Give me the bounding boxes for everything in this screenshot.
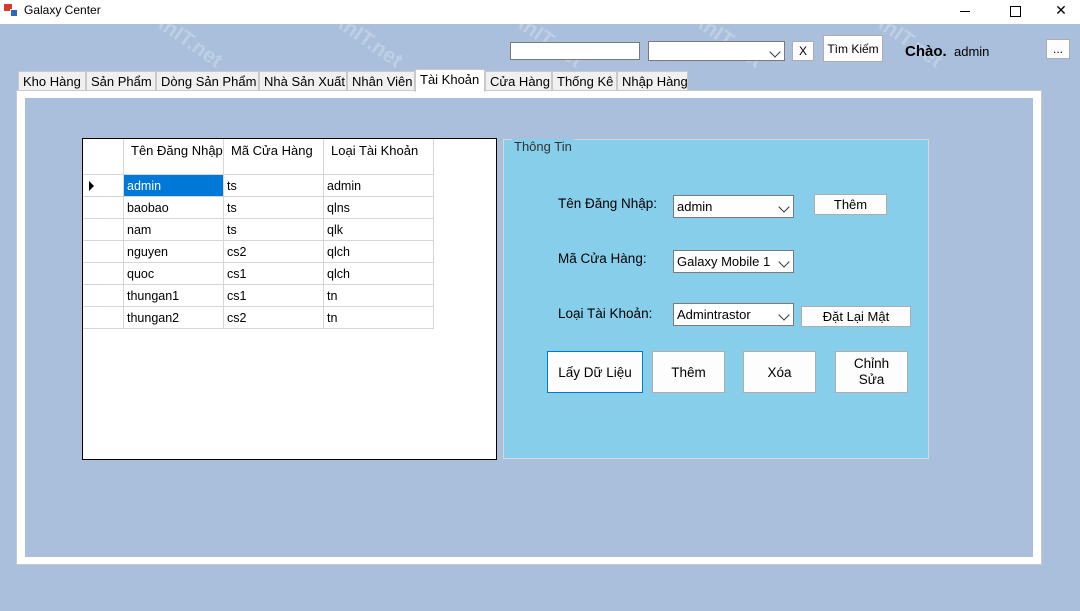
edit-account-button[interactable]: Chỉnh Sửa (835, 351, 908, 393)
column-header-account-type[interactable]: Loại Tài Khoản (324, 139, 434, 175)
tab-page-tai-khoan: Tên Đăng Nhập Mã Cửa Hàng Loại Tài Khoản… (16, 90, 1042, 565)
close-button[interactable]: ✕ (1038, 0, 1080, 22)
minimize-icon (960, 10, 970, 12)
window-title: Galaxy Center (24, 3, 101, 17)
add-account-button[interactable]: Thêm (652, 351, 725, 393)
maximize-icon (1009, 5, 1021, 17)
username-cell[interactable]: thungan1 (124, 285, 224, 307)
current-user: admin (954, 44, 990, 59)
info-groupbox-title: Thông Tin (512, 139, 574, 154)
account-type-cell[interactable]: qlch (324, 241, 434, 263)
account-type-cell[interactable]: qlk (324, 219, 434, 241)
tab-san-pham[interactable]: Sản Phẩm (86, 71, 156, 91)
account-type-label: Loại Tài Khoản: (558, 306, 653, 321)
chevron-down-icon (778, 201, 790, 213)
username-cell[interactable]: admin (124, 175, 224, 197)
account-type-value: Admintrastor (677, 307, 751, 322)
username-value: admin (677, 199, 713, 214)
row-header[interactable] (83, 263, 124, 285)
current-row-arrow-icon (89, 181, 94, 191)
search-button[interactable]: Tìm Kiếm (823, 35, 883, 62)
grid-corner (83, 139, 124, 175)
account-type-cell[interactable]: qlch (324, 263, 434, 285)
column-header-username[interactable]: Tên Đăng Nhập (124, 139, 224, 175)
store-code-cell[interactable]: ts (224, 175, 324, 197)
tab-tai-khoan[interactable]: Tài Khoản (415, 69, 485, 92)
account-type-cell[interactable]: admin (324, 175, 434, 197)
more-options-button[interactable]: ... (1046, 39, 1070, 59)
store-code-cell[interactable]: cs1 (224, 263, 324, 285)
username-cell[interactable]: baobao (124, 197, 224, 219)
store-code-cell[interactable]: cs1 (224, 285, 324, 307)
close-icon: ✕ (1055, 2, 1067, 18)
account-type-cell[interactable]: tn (324, 285, 434, 307)
greeting-label: Chào. (905, 43, 947, 60)
minimize-button[interactable] (942, 0, 988, 22)
table-row[interactable]: nguyen cs2 qlch (83, 241, 434, 263)
tab-nhan-vien[interactable]: Nhân Viên (347, 71, 415, 91)
username-cell[interactable]: quoc (124, 263, 224, 285)
delete-account-button[interactable]: Xóa (743, 351, 816, 393)
table-row[interactable]: thungan2 cs2 tn (83, 307, 434, 329)
clear-search-button[interactable]: X (792, 41, 814, 61)
table-row[interactable]: nam ts qlk (83, 219, 434, 241)
add-username-button[interactable]: Thêm (814, 194, 887, 215)
username-label: Tên Đăng Nhập: (558, 196, 658, 211)
title-bar: Galaxy Center ✕ (0, 0, 1080, 24)
search-input[interactable] (510, 42, 640, 60)
tab-kho-hang[interactable]: Kho Hàng (18, 71, 86, 91)
row-header[interactable] (83, 175, 124, 197)
account-type-cell[interactable]: tn (324, 307, 434, 329)
row-header[interactable] (83, 307, 124, 329)
search-filter-dropdown[interactable] (648, 41, 785, 61)
tab-cua-hang[interactable]: Cửa Hàng (485, 71, 552, 91)
tab-content: Tên Đăng Nhập Mã Cửa Hàng Loại Tài Khoản… (25, 98, 1033, 557)
store-code-cell[interactable]: ts (224, 197, 324, 219)
username-cell[interactable]: nguyen (124, 241, 224, 263)
store-code-cell[interactable]: cs2 (224, 307, 324, 329)
store-code-label: Mã Cửa Hàng: (558, 251, 647, 266)
chevron-down-icon (769, 46, 781, 58)
row-header[interactable] (83, 285, 124, 307)
table-row[interactable]: baobao ts qlns (83, 197, 434, 219)
tab-nha-san-xuat[interactable]: Nhà Sản Xuất (259, 71, 347, 91)
tab-dong-san-pham[interactable]: Dòng Sản Phẩm (156, 71, 259, 91)
store-code-dropdown[interactable]: Galaxy Mobile 1 (673, 250, 794, 273)
app-icon (4, 4, 18, 17)
maximize-button[interactable] (992, 0, 1038, 22)
row-header[interactable] (83, 197, 124, 219)
row-header[interactable] (83, 219, 124, 241)
username-dropdown[interactable]: admin (673, 195, 794, 218)
info-groupbox: Thông Tin Tên Đăng Nhập: admin Thêm Mã C… (503, 139, 929, 459)
row-header[interactable] (83, 241, 124, 263)
username-cell[interactable]: thungan2 (124, 307, 224, 329)
table-row[interactable]: admin ts admin (83, 175, 434, 197)
chevron-down-icon (778, 309, 790, 321)
username-cell[interactable]: nam (124, 219, 224, 241)
account-grid[interactable]: Tên Đăng Nhập Mã Cửa Hàng Loại Tài Khoản… (82, 138, 497, 460)
store-code-cell[interactable]: ts (224, 219, 324, 241)
account-type-cell[interactable]: qlns (324, 197, 434, 219)
chevron-down-icon (778, 256, 790, 268)
store-code-cell[interactable]: cs2 (224, 241, 324, 263)
column-header-store-code[interactable]: Mã Cửa Hàng (224, 139, 324, 175)
store-code-value: Galaxy Mobile 1 (677, 254, 771, 269)
load-data-button[interactable]: Lấy Dữ Liệu (547, 351, 643, 393)
table-row[interactable]: quoc cs1 qlch (83, 263, 434, 285)
tab-thong-ke[interactable]: Thống Kê (552, 71, 617, 91)
account-type-dropdown[interactable]: Admintrastor (673, 303, 794, 326)
tab-nhap-hang[interactable]: Nhập Hàng (617, 71, 688, 91)
table-row[interactable]: thungan1 cs1 tn (83, 285, 434, 307)
reset-password-button[interactable]: Đặt Lại Mật (801, 306, 911, 327)
